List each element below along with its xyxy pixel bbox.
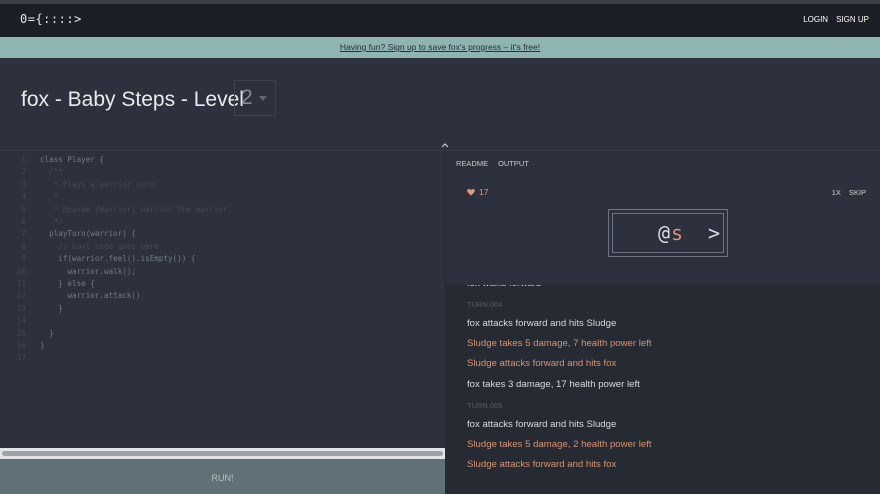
line-number: 16	[16, 341, 26, 350]
sludge-unit: s	[671, 221, 684, 245]
code-line[interactable]: 14	[0, 316, 445, 328]
code-line[interactable]: 16}	[0, 341, 445, 353]
line-number: 6	[21, 217, 26, 226]
log-entry: fox attacks forward and hits Sludge	[467, 318, 617, 330]
line-number: 13	[16, 303, 26, 313]
chevron-up-icon[interactable]	[440, 140, 450, 150]
line-number: 10	[16, 266, 26, 276]
stairs-cell: >	[708, 221, 721, 245]
board-floor: @ s >	[612, 213, 724, 253]
code-text: *	[40, 192, 59, 202]
scrollbar-thumb[interactable]	[2, 451, 443, 456]
logo[interactable]: 0={::::>	[20, 12, 82, 26]
code-line[interactable]: 6 */	[0, 217, 445, 229]
log-entry: Sludge attacks forward and hits fox	[467, 458, 617, 470]
signup-link[interactable]: SIGN UP	[836, 15, 869, 24]
skip-button[interactable]: SKIP	[849, 188, 866, 197]
panel-tabs: README OUTPUT	[456, 159, 529, 168]
code-text: */	[40, 217, 63, 226]
log-entry: Sludge takes 5 damage, 7 health power le…	[467, 338, 652, 350]
level-header: fox - Baby Steps - Level 2	[0, 58, 880, 138]
level-number: 2	[241, 86, 253, 109]
code-text: playTurn(warrior) {	[40, 229, 137, 239]
code-text: * Plays a warrior turn.	[40, 179, 159, 189]
tab-readme[interactable]: README	[456, 159, 488, 168]
turn-marker: TURN 005	[467, 400, 503, 410]
code-text: }	[40, 303, 63, 313]
line-number: 8	[21, 241, 26, 251]
heart-icon	[467, 189, 475, 196]
line-number: 9	[21, 254, 26, 264]
line-number: 5	[21, 204, 26, 214]
line-number: 4	[21, 192, 26, 202]
speed-button[interactable]: 1X	[832, 188, 841, 197]
editor-scrollbar[interactable]	[0, 448, 445, 459]
warrior-unit: @	[658, 221, 671, 245]
code-text: // Cool code goes here	[40, 241, 159, 251]
line-number: 14	[16, 316, 26, 326]
health-indicator: 17	[467, 187, 488, 197]
code-line[interactable]: 8 // Cool code goes here	[0, 242, 445, 254]
chevron-down-icon	[258, 95, 267, 101]
code-line[interactable]: 1 class Player {	[0, 155, 445, 167]
turn-marker: TURN 004	[467, 300, 503, 310]
log-entry: fox takes 3 damage, 17 health power left	[467, 378, 640, 390]
code-text: /**	[40, 167, 63, 177]
login-link[interactable]: LOGIN	[803, 15, 828, 24]
line-number: 11	[16, 279, 26, 288]
run-button[interactable]: RUN!	[0, 459, 445, 494]
code-line[interactable]: 11 } else {	[0, 279, 445, 291]
signup-banner: Having fun? Sign up to save fox's progre…	[0, 37, 880, 58]
run-button-label: RUN!	[211, 473, 234, 483]
level-select[interactable]: 2	[234, 80, 276, 116]
event-log[interactable]: fox walks forward TURN 004 fox attacks for…	[446, 285, 880, 494]
code-text: if(warrior.feel().isEmpty()) {	[40, 254, 196, 264]
signup-banner-link[interactable]: Having fun? Sign up to save fox's progre…	[340, 42, 540, 52]
log-entry: fox walks forward	[467, 285, 541, 289]
page-title: fox - Baby Steps - Level	[21, 88, 244, 111]
line-number: 2	[21, 167, 26, 177]
code-text: }	[40, 328, 54, 338]
line-number: 7	[21, 229, 26, 239]
auth-nav: LOGIN SIGN UP	[803, 15, 869, 24]
code-text: class Player {	[40, 155, 105, 164]
game-board: @ s >	[608, 209, 728, 257]
code-line[interactable]: 5 * @param {Warrior} warrior The warrior…	[0, 205, 445, 217]
code-line[interactable]: 4 *	[0, 192, 445, 204]
code-text: }	[40, 341, 45, 350]
line-number: 1	[21, 155, 26, 164]
code-line[interactable]: 15 }	[0, 329, 445, 341]
code-line[interactable]: 9 if(warrior.feel().isEmpty()) {	[0, 254, 445, 266]
code-editor[interactable]: 1 class Player {2 /** 3 * Plays a warrior …	[0, 151, 445, 448]
line-number: 15	[16, 328, 26, 338]
log-entry: Sludge attacks forward and hits fox	[467, 358, 617, 370]
tab-output[interactable]: OUTPUT	[498, 159, 529, 168]
line-number: 3	[21, 179, 26, 189]
code-line[interactable]: 10 warrior.walk();	[0, 267, 445, 279]
playback-controls: 1X SKIP	[832, 188, 866, 197]
line-number: 17	[16, 353, 26, 363]
code-line[interactable]: 12 warrior.attack()	[0, 291, 445, 303]
code-line[interactable]: 3 * Plays a warrior turn.	[0, 180, 445, 192]
code-line[interactable]: 7 playTurn(warrior) {	[0, 229, 445, 241]
code-text: * @param {Warrior} warrior The warrior.	[40, 204, 233, 214]
code-text: } else {	[40, 279, 95, 288]
output-panel: README OUTPUT 17 1X SKIP @ s > fox walks…	[446, 151, 880, 494]
health-value: 17	[479, 187, 489, 197]
code-line[interactable]: 13 }	[0, 304, 445, 316]
code-text: warrior.walk();	[40, 266, 137, 276]
code-text: warrior.attack()	[40, 291, 141, 301]
log-entry: Sludge takes 5 damage, 2 health power le…	[467, 438, 652, 450]
log-entry: fox attacks forward and hits Sludge	[467, 418, 617, 430]
top-navbar: 0={::::> LOGIN SIGN UP	[0, 0, 880, 37]
code-line[interactable]: 17	[0, 353, 445, 365]
code-line[interactable]: 2 /**	[0, 167, 445, 179]
line-number: 12	[16, 291, 26, 301]
